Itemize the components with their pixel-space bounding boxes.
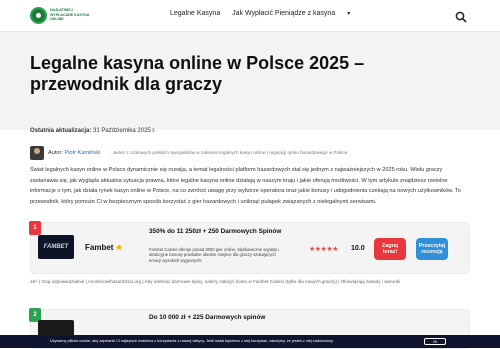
- nav-item-wyplata-label: Jak Wypłacić Pieniądze z kasyna: [232, 10, 336, 17]
- author-name-link[interactable]: Piotr Kamiński: [65, 150, 101, 156]
- casino-description: Fambet Casino oferuje ponad 3000 gier on…: [149, 247, 280, 263]
- bonus-offer: Do 10 000 zł + 225 Darmowych spinów: [149, 314, 266, 321]
- read-review-button[interactable]: Przeczytaj recenzję: [416, 238, 448, 260]
- cookie-accept-button[interactable]: Ok: [424, 338, 446, 345]
- logo-text: NAJŁATWIEJ WYPŁACANE KASYNA ONLINE: [50, 8, 90, 21]
- site-logo[interactable]: NAJŁATWIEJ WYPŁACANE KASYNA ONLINE: [30, 6, 89, 26]
- nav-item-wyplata[interactable]: Jak Wypłacić Pieniądze z kasyna ▾: [232, 10, 360, 17]
- top-navigation: NAJŁATWIEJ WYPŁACANE KASYNA ONLINE Legal…: [0, 0, 500, 32]
- author-box: Autor: Piotr Kamiński . Jeden z czołowyc…: [30, 146, 470, 160]
- cookie-text: Używamy plików cookie, aby zapewnić Ci n…: [50, 339, 334, 343]
- author-label-wrap: Autor: Piotr Kamiński: [48, 150, 100, 156]
- last-updated: Ostatnia aktualizacja: 31 Października 2…: [30, 128, 156, 134]
- last-updated-label: Ostatnia aktualizacja:: [30, 128, 92, 134]
- search-icon[interactable]: [455, 10, 467, 23]
- page-title: Legalne kasyna online w Polsce 2025 – pr…: [30, 53, 365, 94]
- intro-paragraph: Świat legalnych kasyn online w Polsce dy…: [30, 167, 461, 205]
- author-label: Autor:: [48, 150, 63, 156]
- star-icon: ★: [115, 243, 123, 252]
- main-nav: Legalne Kasyna Jak Wypłacić Pieniądze z …: [170, 10, 370, 17]
- bonus-offer: 350% do 11 250zł + 250 Darmowych Spinów: [149, 228, 282, 235]
- casino-logo[interactable]: FAMBET: [38, 235, 74, 259]
- rank-badge: 1: [29, 221, 41, 235]
- casino-name-wrap: Fambet ★: [85, 243, 123, 252]
- cookie-banner: Używamy plików cookie, aby zapewnić Ci n…: [0, 335, 500, 348]
- hero-section: Legalne kasyna online w Polsce 2025 – pr…: [0, 32, 500, 130]
- author-bio: . Jeden z czołowych polskich specjalistó…: [110, 150, 349, 155]
- play-now-button[interactable]: Zagraj teraz!: [374, 238, 406, 260]
- author-avatar: [30, 146, 44, 160]
- casino-card: 1 FAMBET Fambet ★ 350% do 11 250zł + 250 …: [29, 221, 470, 274]
- rating-score: 10.0: [351, 245, 365, 252]
- rating-stars: ★★★★★: [309, 246, 338, 253]
- last-updated-value: 31 Października 2025 r.: [93, 128, 156, 134]
- nav-item-legalne-kasyna[interactable]: Legalne Kasyna: [170, 10, 220, 17]
- casino-name[interactable]: Fambet: [85, 243, 113, 252]
- logo-icon: [30, 7, 47, 24]
- chevron-down-icon: ▾: [347, 11, 351, 17]
- terms-text: 18+ | Graj odpowiedzialnie | Anonimowiha…: [30, 279, 400, 284]
